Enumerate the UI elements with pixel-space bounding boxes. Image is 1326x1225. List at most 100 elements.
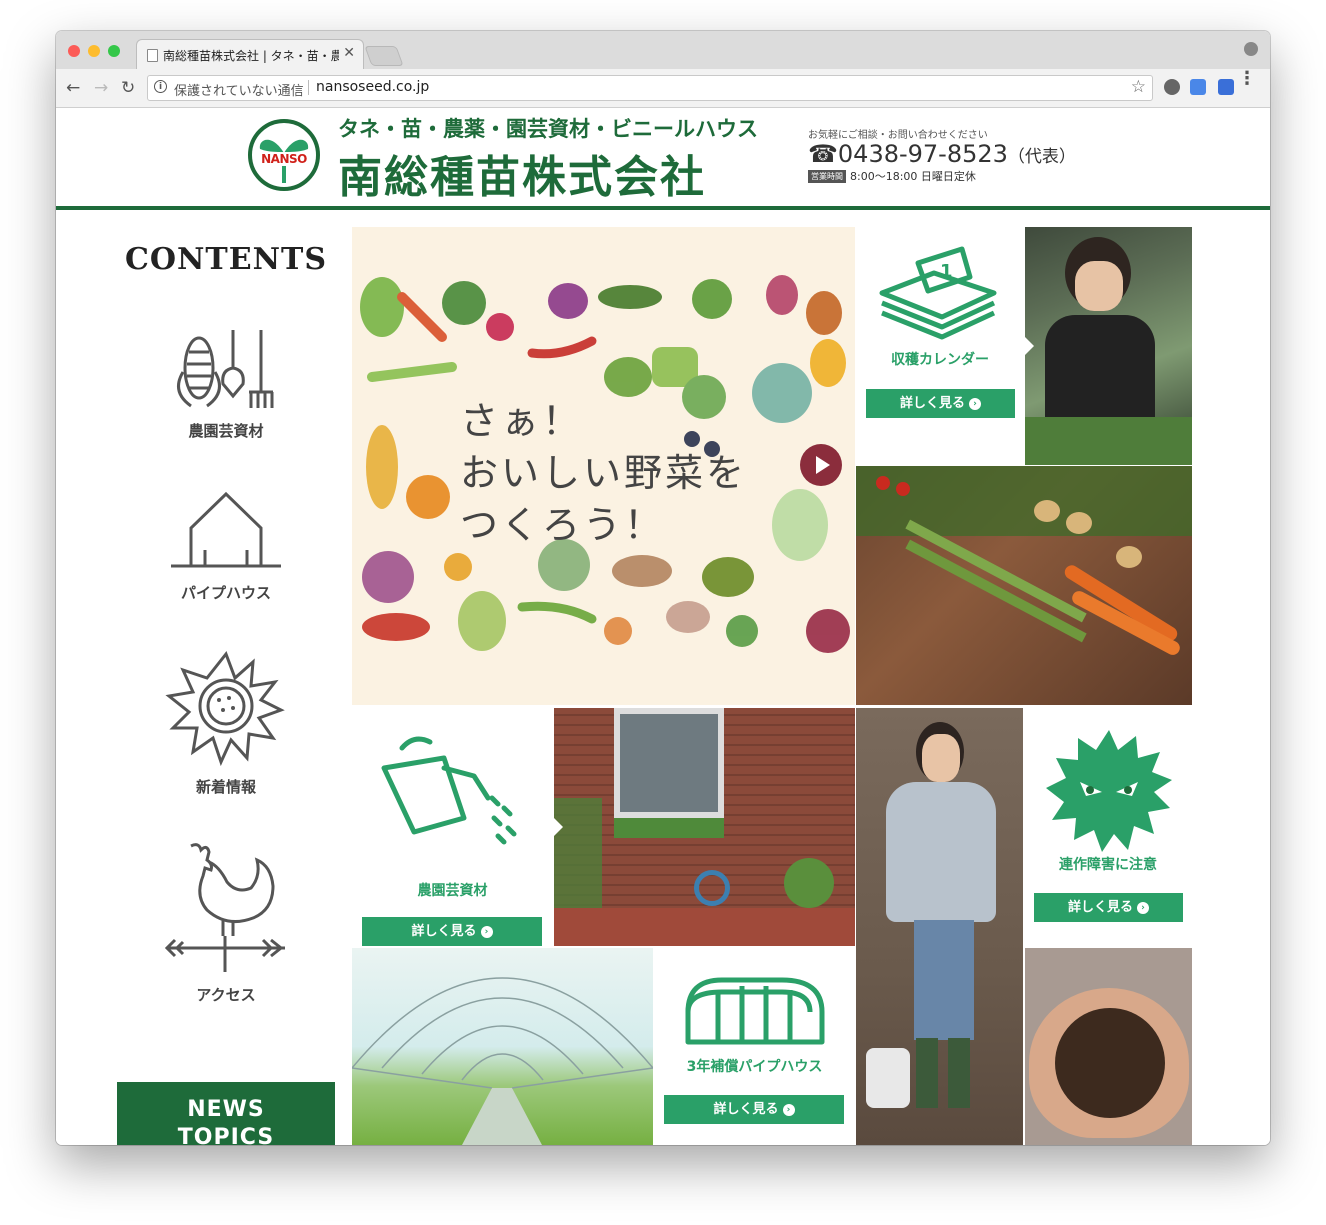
hours-badge: 営業時間 [808, 170, 846, 183]
photo-face [1075, 261, 1123, 311]
news-label: NEWS [187, 1097, 265, 1122]
harvest-calendar-tile[interactable]: 1 収穫カレンダー 詳しく見る › [856, 227, 1024, 465]
photo-planter [784, 858, 834, 908]
sidebar-item-materials[interactable]: 農園芸資材 [116, 322, 336, 441]
seedling-worker-photo [1025, 227, 1192, 465]
web-page: NANSO タネ・苗・農薬・園芸資材・ビニールハウス 南総種苗株式会社 お気軽に… [56, 108, 1270, 1145]
arrow-icon: › [782, 1104, 795, 1116]
news-topics-button[interactable]: NEWS TOPICS [117, 1082, 335, 1145]
browser-window: 南総種苗株式会社 | タネ・苗・農薬 ✕ ← → ↻ i 保護されていない通信 … [56, 31, 1270, 1145]
phone-number[interactable]: ☎0438-97-8523（代表） [808, 140, 1076, 168]
house-icon [171, 491, 281, 568]
arrow-icon: › [480, 926, 493, 938]
photo-tomato [876, 476, 890, 490]
site-header: NANSO タネ・苗・農薬・園芸資材・ビニールハウス 南総種苗株式会社 お気軽に… [56, 108, 1270, 210]
extension-icon[interactable] [1218, 79, 1234, 95]
hero-line-3: つくろう！ [460, 503, 666, 547]
phone-suffix: （代表） [1007, 147, 1076, 167]
farmer-photo [856, 708, 1023, 1145]
rotation-label: 連作障害に注意 [1059, 857, 1157, 873]
arrow-icon: › [1137, 902, 1149, 914]
omnibox-divider [308, 80, 309, 95]
calendar-detail-button[interactable]: 詳しく見る › [866, 389, 1015, 418]
phone-icon: ☎ [808, 140, 838, 168]
forward-icon[interactable]: → [94, 78, 108, 98]
photo-soil [1055, 1008, 1165, 1118]
pipehouse-detail-button[interactable]: 詳しく見る › [664, 1095, 844, 1124]
materials-tile[interactable]: 農園芸資材 詳しく見る › [352, 708, 553, 946]
button-label: 詳しく見る [899, 396, 965, 411]
sidebar-item-access[interactable]: アクセス [116, 836, 336, 1005]
profile-icon[interactable] [1244, 42, 1258, 56]
new-tab-button[interactable] [364, 46, 404, 66]
tile-notch [1024, 818, 1032, 836]
photo-potato [1116, 546, 1142, 568]
address-bar[interactable]: i 保護されていない通信 nansoseed.co.jp ☆ [147, 75, 1153, 101]
minimize-window-button[interactable] [88, 45, 100, 57]
hours-text: 8:00～18:00 日曜日定休 [850, 170, 976, 183]
photo-potato [1066, 512, 1092, 534]
topics-label: TOPICS [177, 1125, 275, 1145]
wordpress-icon[interactable] [1164, 79, 1180, 95]
pest-monster-icon [1046, 730, 1172, 852]
photo-hose [694, 870, 730, 906]
photo-face [922, 734, 960, 782]
crop-rotation-tile[interactable]: 連作障害に注意 詳しく見る › [1024, 708, 1192, 946]
arrow-icon: › [969, 398, 981, 410]
hero-banner[interactable]: さぁ！ おいしい野菜を つくろう！ [352, 227, 855, 705]
translate-icon[interactable] [1190, 79, 1206, 95]
url-text[interactable]: nansoseed.co.jp [316, 79, 429, 95]
sidebar-item-pipehouse[interactable]: パイプハウス [116, 484, 336, 603]
sidebar-item-label: アクセス [196, 986, 256, 1004]
tab-close-icon[interactable]: ✕ [343, 45, 355, 61]
calendar-icon: 1 [879, 246, 997, 340]
button-label: 詳しく見る [1067, 900, 1133, 915]
tab-title: 南総種苗株式会社 | タネ・苗・農薬 [163, 49, 339, 63]
pipehouse-tile[interactable]: 3年補償パイプハウス 詳しく見る › [654, 948, 855, 1145]
phone-value: 0438-97-8523 [837, 140, 1008, 168]
zoom-window-button[interactable] [108, 45, 120, 57]
tab-bar: 南総種苗株式会社 | タネ・苗・農薬 ✕ [56, 31, 1270, 70]
photo-jeans [914, 920, 974, 1040]
corn-tools-icon [177, 330, 274, 408]
photo-flower-box [614, 818, 724, 838]
play-icon[interactable] [800, 444, 842, 486]
back-icon[interactable]: ← [66, 78, 80, 98]
greenhouse-photo [352, 948, 653, 1145]
page-icon [147, 49, 158, 62]
rotation-detail-button[interactable]: 詳しく見る › [1034, 893, 1183, 922]
hero-line-2: おいしい野菜を [460, 451, 748, 495]
menu-icon[interactable]: ⋮ [1238, 70, 1256, 88]
logo-text: NANSO [254, 152, 314, 166]
hero-catchphrase: さぁ！ おいしい野菜を つくろう！ [460, 395, 747, 551]
sidebar-item-news[interactable]: 新着情報 [116, 648, 336, 797]
sidebar-item-label: 農園芸資材 [188, 422, 264, 440]
button-label: 詳しく見る [411, 924, 477, 939]
sidebar-item-label: 新着情報 [195, 778, 256, 796]
company-name[interactable]: 南総種苗株式会社 [338, 141, 706, 205]
photo-asparagus [905, 539, 1087, 643]
svg-text:1: 1 [940, 261, 953, 282]
materials-detail-button[interactable]: 詳しく見る › [362, 917, 542, 946]
tile-notch [554, 818, 563, 836]
browser-tab[interactable]: 南総種苗株式会社 | タネ・苗・農薬 ✕ [136, 39, 364, 70]
info-icon[interactable]: i [154, 80, 167, 93]
rooster-weathervane-icon [164, 843, 285, 972]
header-tagline: タネ・苗・農薬・園芸資材・ビニールハウス [338, 117, 758, 141]
photo-tomato [896, 482, 910, 496]
tile-notch [1025, 337, 1034, 355]
close-window-button[interactable] [68, 45, 80, 57]
soil-hands-photo [1025, 948, 1192, 1145]
browser-toolbar: ← → ↻ i 保護されていない通信 nansoseed.co.jp ☆ ⋮ [56, 69, 1270, 108]
reload-icon[interactable]: ↻ [121, 78, 135, 98]
photo-tiller [866, 1048, 910, 1108]
calendar-label: 収穫カレンダー [891, 352, 989, 368]
business-hours: 営業時間 8:00～18:00 日曜日定休 [808, 168, 976, 184]
photo-greenhouse-shelf [554, 798, 602, 918]
sunflower-icon [165, 650, 285, 767]
brick-garden-photo [554, 708, 855, 946]
photo-boot [948, 1038, 970, 1108]
company-logo[interactable]: NANSO [248, 119, 320, 191]
consult-text: お気軽にご相談・お問い合わせください [808, 130, 988, 141]
star-icon[interactable]: ☆ [1131, 77, 1146, 97]
